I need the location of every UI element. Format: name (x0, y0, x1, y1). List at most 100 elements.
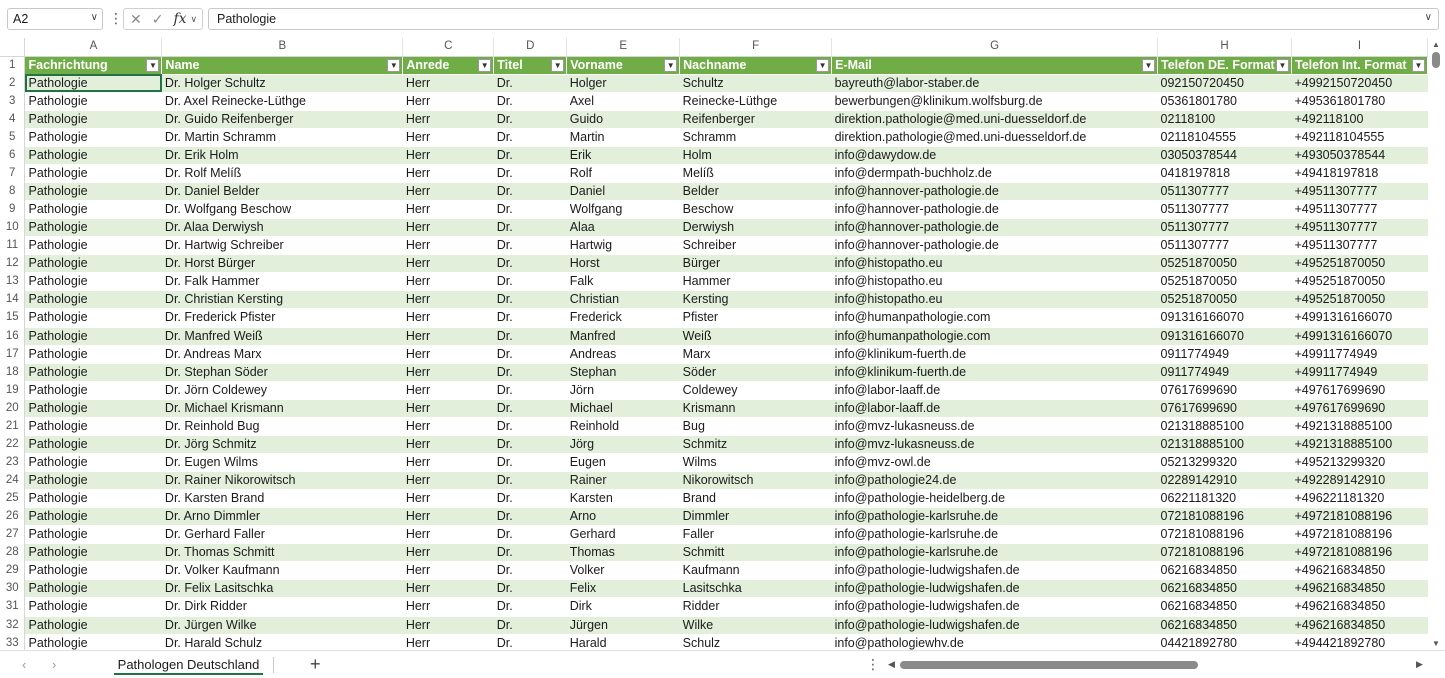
name-box[interactable]: A2 ∨ (7, 8, 103, 30)
cell-name[interactable]: Dr. Hartwig Schreiber (161, 236, 403, 256)
sheet-tab-active[interactable]: Pathologen Deutschland (106, 651, 271, 678)
row-header[interactable]: 24 (0, 471, 26, 490)
cell-titel[interactable]: Dr. (493, 182, 567, 202)
cell-telefon-de[interactable]: 0511307777 (1157, 218, 1292, 238)
cell-name[interactable]: Dr. Horst Bürger (161, 254, 403, 274)
row-header[interactable]: 15 (0, 308, 26, 327)
cell-telefon-int[interactable]: +496216834850 (1291, 579, 1428, 599)
cell-telefon-de[interactable]: 072181088196 (1157, 507, 1292, 527)
cell-anrede[interactable]: Herr (402, 381, 494, 400)
cell-vorname[interactable]: Andreas (566, 345, 680, 364)
cell-nachname[interactable]: Söder (679, 363, 832, 382)
cell-anrede[interactable]: Herr (402, 182, 494, 202)
filter-dropdown-icon[interactable]: ▼ (478, 58, 492, 72)
row-header[interactable]: 32 (0, 616, 26, 635)
cell-fachrichtung[interactable]: Pathologie (24, 543, 162, 563)
cell-name[interactable]: Dr. Dirk Ridder (161, 597, 403, 617)
cell-nachname[interactable]: Melíß (679, 164, 832, 184)
cell-nachname[interactable]: Bürger (679, 254, 832, 274)
cell-email[interactable]: info@pathologie-karlsruhe.de (831, 525, 1158, 545)
cell-nachname[interactable]: Schulz (679, 634, 832, 650)
cell-email[interactable]: info@pathologie-karlsruhe.de (831, 543, 1158, 563)
cell-telefon-int[interactable]: +49911774949 (1291, 345, 1428, 364)
cell-telefon-int[interactable]: +49511307777 (1291, 200, 1428, 220)
cell-anrede[interactable]: Herr (402, 471, 494, 491)
cell-name[interactable]: Dr. Stephan Söder (161, 363, 403, 382)
cell-name[interactable]: Dr. Erik Holm (161, 146, 403, 165)
cell-nachname[interactable]: Schramm (679, 128, 832, 147)
cell-name[interactable]: Dr. Holger Schultz (161, 74, 403, 93)
cell-name[interactable]: Dr. Rainer Nikorowitsch (161, 471, 403, 491)
filter-dropdown-icon[interactable]: ▼ (664, 58, 678, 72)
row-header[interactable]: 6 (0, 146, 26, 165)
cell-vorname[interactable]: Guido (566, 110, 680, 129)
insert-function-icon[interactable]: fx (173, 11, 186, 27)
cell-email[interactable]: info@dawydow.de (831, 146, 1158, 165)
cell-nachname[interactable]: Beschow (679, 200, 832, 220)
cell-fachrichtung[interactable]: Pathologie (24, 616, 162, 635)
cell-telefon-de[interactable]: 05251870050 (1157, 272, 1292, 292)
scrollbar-thumb[interactable] (900, 661, 1198, 669)
cell-nachname[interactable]: Marx (679, 345, 832, 364)
row-header[interactable]: 1 (0, 56, 26, 75)
cell-vorname[interactable]: Reinhold (566, 417, 680, 436)
cell-telefon-de[interactable]: 06216834850 (1157, 561, 1292, 581)
chevron-right-icon[interactable]: › (52, 657, 56, 672)
row-header[interactable]: 10 (0, 218, 26, 237)
cell-anrede[interactable]: Herr (402, 92, 494, 111)
header-cell-nachname[interactable]: Nachname ▼ (679, 56, 833, 75)
cell-fachrichtung[interactable]: Pathologie (24, 381, 162, 400)
cell-fachrichtung[interactable]: Pathologie (24, 327, 162, 346)
cell-name[interactable]: Dr. Frederick Pfister (161, 308, 403, 328)
cell-nachname[interactable]: Wilms (679, 453, 832, 473)
cell-telefon-int[interactable]: +4991316166070 (1291, 327, 1428, 346)
cell-vorname[interactable]: Jürgen (566, 616, 680, 635)
row-header[interactable]: 20 (0, 399, 26, 418)
cell-fachrichtung[interactable]: Pathologie (24, 74, 162, 93)
row-header[interactable]: 21 (0, 417, 26, 436)
column-header[interactable]: D (493, 38, 568, 57)
cell-name[interactable]: Dr. Thomas Schmitt (161, 543, 403, 563)
cell-anrede[interactable]: Herr (402, 435, 494, 454)
column-header[interactable]: B (161, 38, 404, 57)
cell-anrede[interactable]: Herr (402, 579, 494, 599)
cell-telefon-int[interactable]: +49511307777 (1291, 218, 1428, 238)
cell-anrede[interactable]: Herr (402, 453, 494, 473)
cell-anrede[interactable]: Herr (402, 290, 494, 310)
header-cell-fachrichtung[interactable]: Fachrichtung ▼ (24, 56, 163, 75)
cell-titel[interactable]: Dr. (493, 616, 567, 635)
cell-telefon-de[interactable]: 06216834850 (1157, 579, 1292, 599)
cell-telefon-de[interactable]: 06216834850 (1157, 616, 1292, 635)
cell-vorname[interactable]: Volker (566, 561, 680, 581)
cell-name[interactable]: Dr. Felix Lasitschka (161, 579, 403, 599)
row-header[interactable]: 25 (0, 489, 26, 508)
row-header[interactable]: 27 (0, 525, 26, 544)
cell-name[interactable]: Dr. Daniel Belder (161, 182, 403, 202)
filter-dropdown-icon[interactable]: ▼ (816, 58, 830, 72)
select-all-corner[interactable] (0, 38, 26, 57)
cell-telefon-int[interactable]: +495251870050 (1291, 254, 1428, 274)
column-header[interactable]: H (1157, 38, 1292, 57)
cell-telefon-de[interactable]: 091316166070 (1157, 327, 1292, 346)
scroll-left-icon[interactable]: ◀ (888, 659, 895, 670)
cell-telefon-de[interactable]: 06221181320 (1157, 489, 1292, 509)
cell-nachname[interactable]: Kersting (679, 290, 832, 310)
cell-telefon-int[interactable]: +4972181088196 (1291, 525, 1428, 545)
filter-dropdown-icon[interactable]: ▼ (1412, 58, 1425, 72)
cell-anrede[interactable]: Herr (402, 272, 494, 292)
cell-nachname[interactable]: Coldewey (679, 381, 832, 400)
cell-titel[interactable]: Dr. (493, 272, 567, 292)
cell-name[interactable]: Dr. Rolf Melíß (161, 164, 403, 184)
cell-fachrichtung[interactable]: Pathologie (24, 507, 162, 527)
cell-fachrichtung[interactable]: Pathologie (24, 92, 162, 111)
cell-titel[interactable]: Dr. (493, 453, 567, 473)
cell-anrede[interactable]: Herr (402, 543, 494, 563)
cell-vorname[interactable]: Wolfgang (566, 200, 680, 220)
cell-anrede[interactable]: Herr (402, 164, 494, 184)
cell-titel[interactable]: Dr. (493, 218, 567, 238)
expand-formula-bar-icon[interactable]: ∨ (1425, 12, 1432, 23)
cell-nachname[interactable]: Schreiber (679, 236, 832, 256)
row-header[interactable]: 4 (0, 110, 26, 129)
cell-telefon-int[interactable]: +4972181088196 (1291, 507, 1428, 527)
cell-telefon-int[interactable]: +496216834850 (1291, 616, 1428, 635)
